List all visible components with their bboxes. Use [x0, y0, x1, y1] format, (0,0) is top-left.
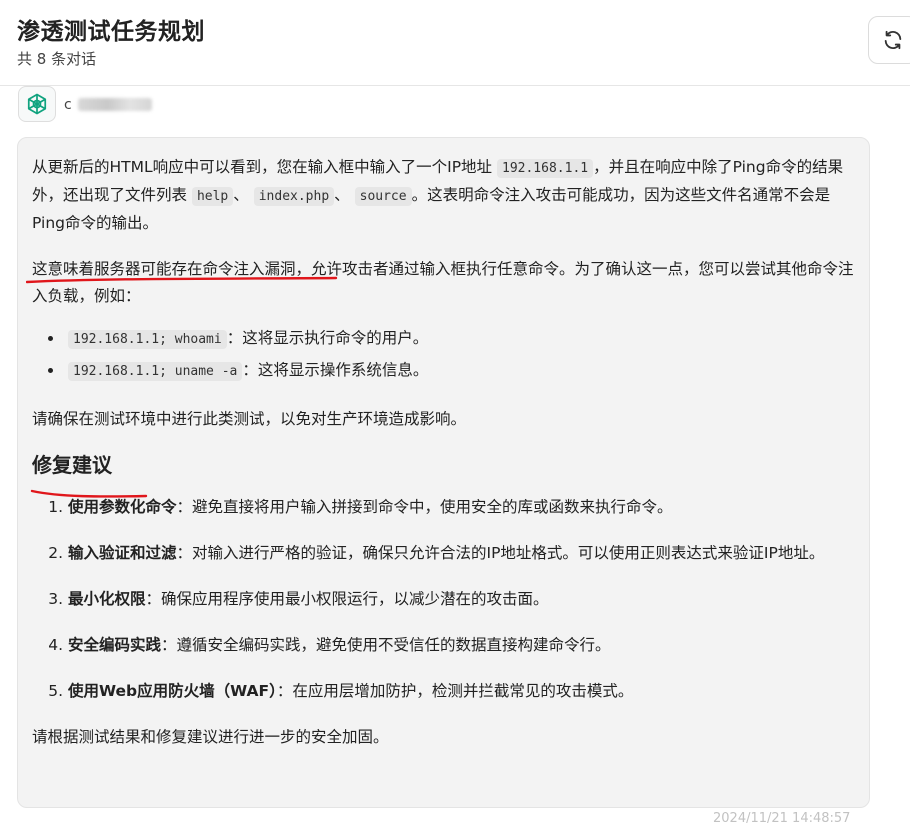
redacted-sender-name: [77, 98, 152, 111]
red-annotation-underline: [26, 276, 338, 284]
inline-code: source: [354, 187, 412, 206]
list-item: 192.168.1.1; whoami ：这将显示执行命令的用户。: [32, 323, 855, 355]
conversation-count: 共 8 条对话: [17, 50, 97, 68]
openai-logo-icon: [27, 93, 47, 115]
message-timestamp: 2024/11/21 14:48:57: [713, 811, 851, 826]
sender-initial: c: [64, 97, 72, 113]
inline-code: help: [191, 187, 234, 206]
message-paragraph: 从更新后的HTML响应中可以看到，您在输入框中输入了一个IP地址 192.168…: [32, 158, 844, 232]
payload-list: 192.168.1.1; whoami ：这将显示执行命令的用户。 192.168…: [32, 323, 855, 387]
message-paragraph: 请确保在测试环境中进行此类测试，以免对生产环境造成影响。: [32, 410, 467, 428]
list-item: 1. 使用参数化命令：避免直接将用户输入拼接到命令中，使用安全的库或函数来执行命…: [48, 498, 673, 516]
red-annotation-underline: [30, 489, 148, 498]
list-item: 5. 使用Web应用防火墙（WAF）：在应用层增加防护，检测并拦截常见的攻击模式…: [48, 682, 634, 700]
remediation-list: 1. 使用参数化命令：避免直接将用户输入拼接到命令中，使用安全的库或函数来执行命…: [32, 494, 855, 705]
section-heading: 修复建议: [32, 453, 112, 477]
inline-code: index.php: [253, 187, 335, 206]
page-title: 渗透测试任务规划: [17, 19, 205, 45]
refresh-button[interactable]: [868, 16, 910, 64]
assistant-message: 从更新后的HTML响应中可以看到，您在输入框中输入了一个IP地址 192.168…: [17, 137, 870, 808]
message-paragraph: 请根据测试结果和修复建议进行进一步的安全加固。: [32, 728, 389, 746]
conversation-header: 渗透测试任务规划 共 8 条对话: [0, 0, 910, 86]
inline-code: 192.168.1.1; uname -a: [68, 362, 243, 381]
list-item: 2. 输入验证和过滤：对输入进行严格的验证，确保只允许合法的IP地址格式。可以使…: [48, 544, 825, 562]
assistant-avatar: [18, 86, 56, 122]
refresh-icon: [884, 30, 902, 50]
list-item: 4. 安全编码实践：遵循安全编码实践，避免使用不受信任的数据直接构建命令行。: [48, 636, 611, 654]
inline-code: 192.168.1.1; whoami: [68, 330, 227, 349]
inline-code: 192.168.1.1: [497, 159, 594, 178]
list-item: 192.168.1.1; uname -a ：这将显示操作系统信息。: [32, 355, 855, 387]
list-item: 3. 最小化权限：确保应用程序使用最小权限运行，以减少潜在的攻击面。: [48, 590, 549, 608]
sender-name: c: [64, 97, 152, 113]
